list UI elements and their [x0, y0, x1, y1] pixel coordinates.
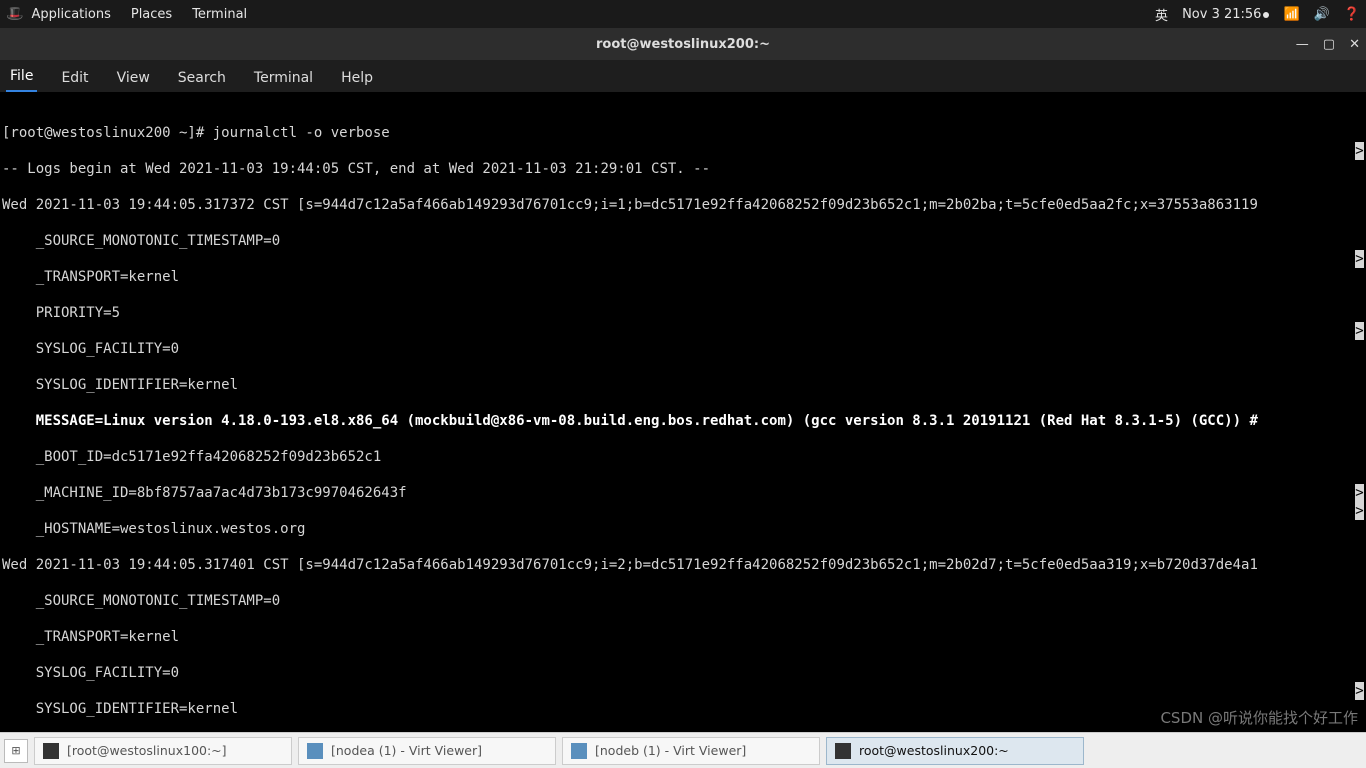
menubar: File Edit View Search Terminal Help: [0, 60, 1366, 92]
help-icon[interactable]: ❓: [1344, 7, 1360, 22]
menu-view[interactable]: View: [113, 64, 154, 92]
menu-places[interactable]: Places: [131, 7, 172, 22]
close-button[interactable]: ✕: [1349, 37, 1360, 52]
terminal-output[interactable]: [root@westoslinux200 ~]# journalctl -o v…: [0, 92, 1366, 732]
menu-file[interactable]: File: [6, 62, 37, 92]
menu-terminal[interactable]: Terminal: [192, 7, 247, 22]
menu-applications[interactable]: Applications: [31, 7, 110, 22]
virt-viewer-icon: [307, 743, 323, 759]
taskbar-item-4[interactable]: root@westoslinux200:~: [826, 737, 1084, 765]
bottom-taskbar: ⊞ [root@westoslinux100:~] [nodea (1) - V…: [0, 732, 1366, 768]
menu-help[interactable]: Help: [337, 64, 377, 92]
volume-icon[interactable]: 🔊: [1314, 7, 1330, 22]
ime-indicator[interactable]: 英: [1155, 5, 1168, 24]
window-title: root@westoslinux200:~: [596, 37, 770, 52]
clock[interactable]: Nov 3 21:56: [1182, 7, 1269, 22]
wifi-icon[interactable]: 📶: [1283, 7, 1299, 22]
virt-viewer-icon: [571, 743, 587, 759]
workspace-switcher[interactable]: ⊞: [4, 739, 28, 763]
menu-search[interactable]: Search: [174, 64, 230, 92]
maximize-button[interactable]: ▢: [1323, 37, 1335, 52]
top-panel: 🎩 Applications Places Terminal 英 Nov 3 2…: [0, 0, 1366, 28]
titlebar[interactable]: root@westoslinux200:~ — ▢ ✕: [0, 28, 1366, 60]
menu-edit[interactable]: Edit: [57, 64, 92, 92]
terminal-icon: [835, 743, 851, 759]
minimize-button[interactable]: —: [1296, 37, 1309, 52]
taskbar-item-3[interactable]: [nodeb (1) - Virt Viewer]: [562, 737, 820, 765]
terminal-window: root@westoslinux200:~ — ▢ ✕ File Edit Vi…: [0, 28, 1366, 732]
terminal-icon: [43, 743, 59, 759]
menu-terminal[interactable]: Terminal: [250, 64, 317, 92]
taskbar-item-2[interactable]: [nodea (1) - Virt Viewer]: [298, 737, 556, 765]
taskbar-item-1[interactable]: [root@westoslinux100:~]: [34, 737, 292, 765]
redhat-icon: 🎩: [6, 6, 23, 22]
